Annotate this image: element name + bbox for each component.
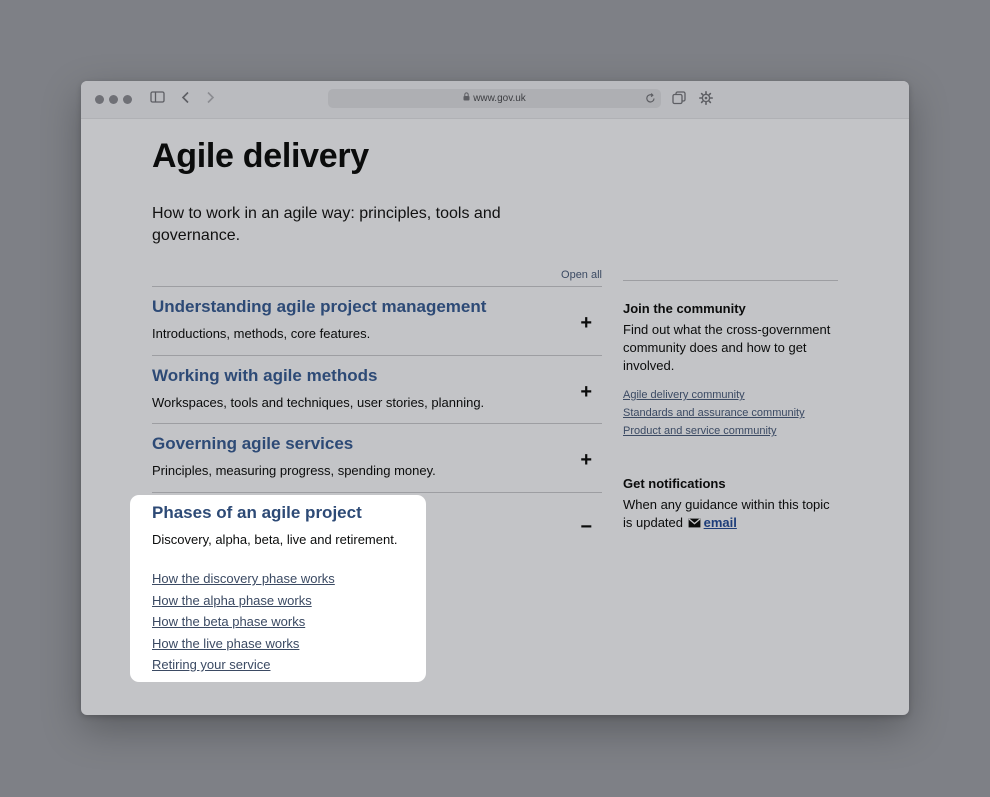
retiring-service-link[interactable]: Retiring your service [152,657,271,672]
notifications-text: When any guidance within this topic is u… [623,496,841,533]
lock-icon [463,89,470,108]
page-lead: How to work in an agile way: principles,… [152,205,501,244]
open-all-button[interactable]: Open all [551,269,602,281]
zoom-window-dot[interactable] [123,95,132,104]
accordion-section[interactable]: Understanding agile project management I… [152,286,602,355]
close-window-dot[interactable] [95,95,104,104]
sidebar-divider [623,280,838,281]
accordion-section-title[interactable]: Understanding agile project management [152,297,486,317]
url-text: www.gov.uk [473,93,526,105]
page-title: Agile delivery [152,137,369,175]
email-icon [688,515,701,533]
settings-icon[interactable] [699,91,713,110]
agile-delivery-community-link[interactable]: Agile delivery community [623,389,745,401]
notifications-heading: Get notifications [623,476,726,491]
beta-phase-link[interactable]: How the beta phase works [152,614,305,629]
tabs-icon[interactable] [672,91,686,110]
reload-icon[interactable] [645,92,656,111]
community-text: Find out what the cross-government commu… [623,322,831,373]
forward-icon[interactable] [206,91,215,109]
plus-icon[interactable]: + [580,382,592,402]
accordion-section-expanded[interactable]: Phases of an agile project Discovery, al… [130,495,426,682]
accordion-section-expanded-divider: − [152,492,602,537]
plus-icon[interactable]: + [580,450,592,470]
email-signup-link[interactable]: email [704,515,737,530]
back-icon[interactable] [181,91,190,109]
minus-icon[interactable]: − [580,517,592,537]
sidebar-icon[interactable] [150,91,165,109]
accordion-section-title[interactable]: Working with agile methods [152,366,377,386]
accordion-section-title[interactable]: Governing agile services [152,434,353,454]
accordion-section-summary: Workspaces, tools and techniques, user s… [152,395,485,410]
live-phase-link[interactable]: How the live phase works [152,636,299,651]
standards-assurance-community-link[interactable]: Standards and assurance community [623,407,805,419]
community-heading: Join the community [623,301,746,316]
discovery-phase-link[interactable]: How the discovery phase works [152,571,335,586]
address-bar[interactable]: www.gov.uk [328,89,661,108]
alpha-phase-link[interactable]: How the alpha phase works [152,593,312,608]
product-service-community-link[interactable]: Product and service community [623,425,776,437]
accordion-section-summary: Discovery, alpha, beta, live and retirem… [152,532,398,547]
plus-icon[interactable]: + [580,313,592,333]
minimize-window-dot[interactable] [109,95,118,104]
accordion-section-summary: Principles, measuring progress, spending… [152,463,436,478]
accordion-section-title[interactable]: Phases of an agile project [152,503,362,523]
accordion-section[interactable]: Working with agile methods Workspaces, t… [152,355,602,424]
accordion-section[interactable]: Governing agile services Principles, mea… [152,423,602,492]
browser-toolbar: www.gov.uk [81,81,909,119]
accordion-section-summary: Introductions, methods, core features. [152,326,371,341]
